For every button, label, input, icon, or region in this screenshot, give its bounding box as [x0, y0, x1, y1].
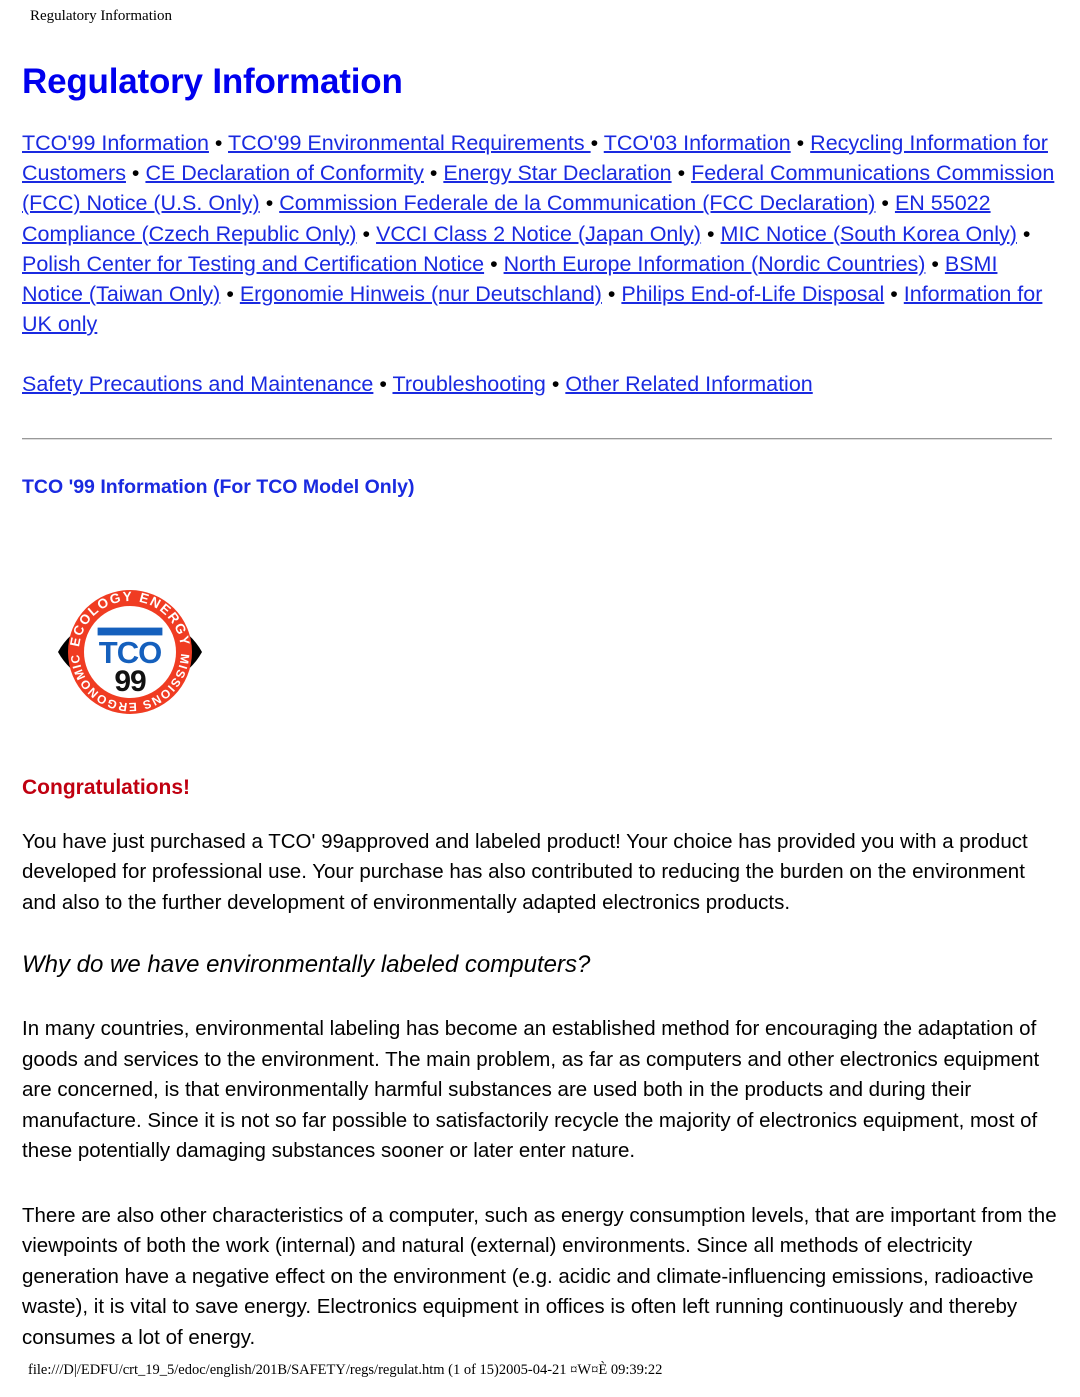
link-separator: •: [220, 282, 240, 307]
link-mic-notice-south-korea[interactable]: MIC Notice (South Korea Only): [721, 222, 1017, 246]
link-separator: •: [484, 251, 504, 276]
link-separator: •: [790, 131, 811, 155]
paragraph-environmental-labeling: In many countries, environmental labelin…: [22, 1017, 1040, 1163]
page-footer-path: file:///D|/EDFU/crt_19_5/edoc/english/20…: [28, 1362, 663, 1378]
subheading-why-labeled-computers: Why do we have environmentally labeled c…: [22, 951, 591, 979]
link-separator: •: [259, 191, 280, 216]
link-separator: •: [601, 282, 622, 307]
link-tco99-information[interactable]: TCO'99 Information: [22, 131, 209, 155]
running-header: Regulatory Information: [30, 8, 173, 24]
link-commission-federale-fcc-declaration[interactable]: Commission Federale de la Communication …: [279, 191, 875, 215]
link-separator: •: [701, 221, 721, 246]
tco-99-logo-icon: ECOLOGY ENERGY EMISSIONS ERGONOMICS TCO …: [50, 577, 202, 714]
link-ergonomie-hinweis-deutschland[interactable]: Ergonomie Hinweis (nur Deutschland): [240, 282, 602, 306]
link-separator: •: [875, 191, 895, 216]
link-polish-center-testing-certification[interactable]: Polish Center for Testing and Certificat…: [22, 252, 484, 276]
secondary-link-list: Safety Precautions and Maintenance • Tro…: [22, 369, 1058, 399]
section-heading-tco99: TCO '99 Information (For TCO Model Only): [22, 475, 415, 498]
link-separator: •: [925, 251, 945, 276]
link-other-related-information[interactable]: Other Related Information: [565, 372, 812, 396]
link-separator: •: [1016, 221, 1031, 246]
link-philips-end-of-life-disposal[interactable]: Philips End-of-Life Disposal: [621, 282, 884, 306]
paragraph-energy-consumption: There are also other characteristics of …: [22, 1203, 1057, 1349]
congratulations-heading: Congratulations!: [22, 775, 190, 799]
link-tco99-environmental-requirements[interactable]: TCO'99 Environmental Requirements: [228, 131, 591, 155]
logo-year-text: 99: [114, 665, 146, 698]
link-energy-star-declaration[interactable]: Energy Star Declaration: [443, 161, 671, 185]
link-separator: •: [590, 131, 604, 155]
link-troubleshooting[interactable]: Troubleshooting: [392, 372, 545, 396]
link-separator: •: [545, 372, 566, 397]
link-safety-precautions-and-maintenance[interactable]: Safety Precautions and Maintenance: [22, 372, 373, 396]
paragraph-intro: You have just purchased a TCO' 99approve…: [22, 829, 1028, 914]
link-separator: •: [423, 161, 444, 186]
tco-99-logo: ECOLOGY ENERGY EMISSIONS ERGONOMICS TCO …: [50, 577, 210, 727]
link-separator: •: [671, 161, 692, 186]
link-ce-declaration-of-conformity[interactable]: CE Declaration of Conformity: [145, 161, 423, 185]
link-separator: •: [884, 282, 904, 307]
document-content: Regulatory Information TCO'99 Informatio…: [22, 62, 1058, 1353]
link-separator: •: [373, 372, 393, 397]
link-separator: •: [125, 161, 146, 186]
link-vcci-class-2-notice-japan[interactable]: VCCI Class 2 Notice (Japan Only): [376, 222, 701, 246]
link-separator: •: [356, 221, 377, 246]
link-north-europe-information-nordic[interactable]: North Europe Information (Nordic Countri…: [504, 252, 926, 276]
link-tco03-information[interactable]: TCO'03 Information: [604, 131, 791, 155]
link-separator: •: [208, 131, 229, 155]
section-divider: [22, 437, 1052, 440]
primary-link-list: TCO'99 Information • TCO'99 Environmenta…: [22, 128, 1058, 339]
page-title: Regulatory Information: [22, 62, 403, 101]
